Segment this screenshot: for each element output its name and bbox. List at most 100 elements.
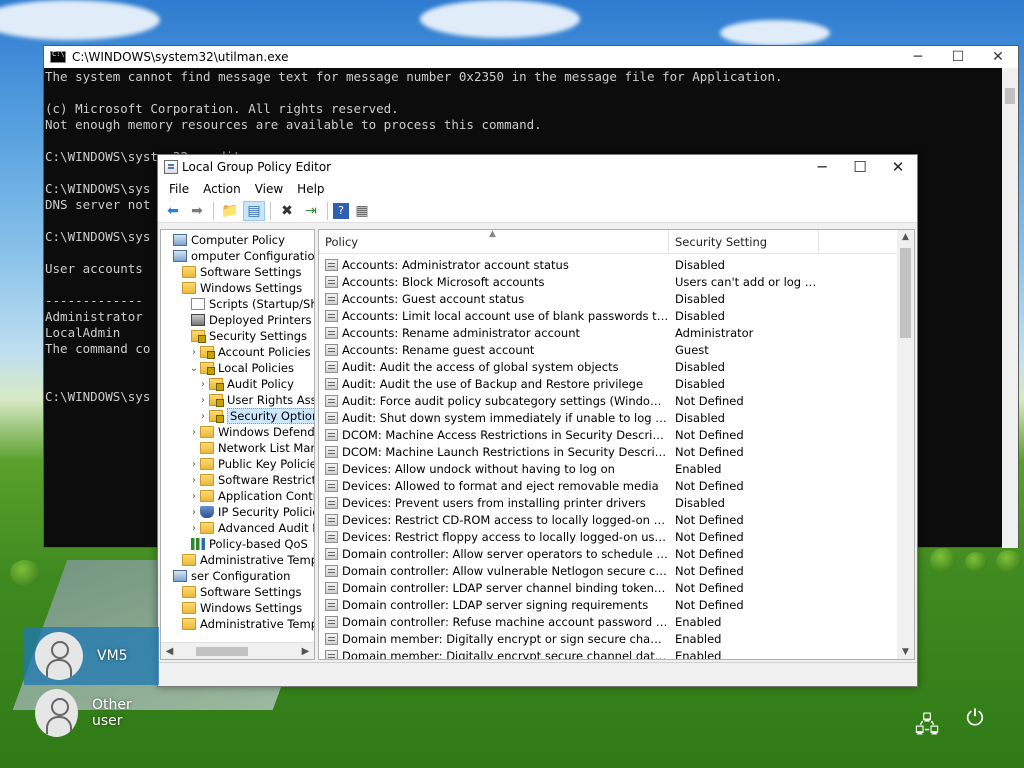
maximize-icon[interactable]: ☐ [938, 49, 978, 65]
tree-item[interactable]: Network List Manager [161, 440, 314, 456]
tree-item[interactable]: Administrative Templates [161, 616, 314, 632]
tree-item[interactable]: ser Configuration [161, 568, 314, 584]
group-policy-editor-window[interactable]: Local Group Policy Editor ─ ☐ ✕ File Act… [157, 154, 918, 687]
tree-item[interactable]: Deployed Printers [161, 312, 314, 328]
delete-icon[interactable]: ✖ [276, 201, 298, 221]
column-header-security-setting[interactable]: Security Setting [669, 230, 819, 253]
scroll-thumb[interactable] [1005, 88, 1015, 104]
tree-item[interactable]: › Application Control Policies [161, 488, 314, 504]
tree-item[interactable]: ⌄ Local Policies [161, 360, 314, 376]
expander-chevron-icon[interactable]: › [188, 475, 200, 486]
policy-row[interactable]: Domain controller: Allow vulnerable Netl… [319, 562, 914, 579]
policy-row[interactable]: Domain member: Digitally encrypt secure … [319, 647, 914, 659]
policy-row[interactable]: Devices: Allowed to format and eject rem… [319, 477, 914, 494]
expander-chevron-icon[interactable]: › [188, 507, 200, 518]
policy-row[interactable]: Accounts: Block Microsoft accounts Users … [319, 273, 914, 290]
expander-chevron-icon[interactable]: › [188, 347, 200, 358]
policy-row[interactable]: DCOM: Machine Access Restrictions in Sec… [319, 426, 914, 443]
policy-row[interactable]: Domain controller: LDAP server signing r… [319, 596, 914, 613]
policy-row[interactable]: DCOM: Machine Launch Restrictions in Sec… [319, 443, 914, 460]
policy-row[interactable]: Accounts: Limit local account use of bla… [319, 307, 914, 324]
scroll-down-icon[interactable]: ▼ [897, 647, 914, 657]
minimize-icon[interactable]: ─ [898, 49, 938, 65]
tree-item[interactable]: Software Settings [161, 264, 314, 280]
tree-item[interactable]: Windows Settings [161, 280, 314, 296]
tree-item[interactable]: Administrative Templates [161, 552, 314, 568]
menu-file[interactable]: File [162, 182, 196, 196]
policy-row[interactable]: Devices: Restrict CD-ROM access to local… [319, 511, 914, 528]
policy-row[interactable]: Accounts: Rename administrator account Ad… [319, 324, 914, 341]
expander-chevron-icon[interactable]: › [197, 379, 209, 390]
maximize-icon[interactable]: ☐ [841, 158, 879, 176]
policy-row[interactable]: Domain controller: Allow server operator… [319, 545, 914, 562]
scroll-up-icon[interactable]: ▲ [897, 232, 914, 242]
policy-row[interactable]: Accounts: Guest account status Disabled [319, 290, 914, 307]
properties-icon[interactable]: ▦ [351, 201, 373, 221]
back-arrow-icon[interactable]: ⬅ [162, 201, 184, 221]
policy-row[interactable]: Audit: Shut down system immediately if u… [319, 409, 914, 426]
minimize-icon[interactable]: ─ [803, 158, 841, 176]
policy-list-pane[interactable]: Policy Security Setting ▲ Accounts: Admi… [318, 229, 915, 660]
tree-item[interactable]: › Audit Policy [161, 376, 314, 392]
policy-row[interactable]: Devices: Allow undock without having to … [319, 460, 914, 477]
policy-name: Accounts: Limit local account use of bla… [342, 308, 669, 323]
up-folder-icon[interactable]: 📁 [219, 201, 241, 221]
tree-item[interactable]: › IP Security Policies on [161, 504, 314, 520]
tree-item[interactable]: omputer Configuration [161, 248, 314, 264]
close-icon[interactable]: ✕ [879, 158, 917, 176]
scroll-thumb[interactable] [196, 647, 248, 656]
expander-chevron-icon[interactable]: › [188, 427, 200, 438]
policy-row[interactable]: Domain member: Digitally encrypt or sign… [319, 630, 914, 647]
policy-row[interactable]: Accounts: Rename guest account Guest [319, 341, 914, 358]
menu-action[interactable]: Action [196, 182, 248, 196]
show-hide-tree-icon[interactable]: ▤ [243, 200, 265, 221]
policy-row[interactable]: Domain controller: Refuse machine accoun… [319, 613, 914, 630]
network-icon[interactable]: 🖧 [910, 708, 944, 746]
tree-item[interactable]: › Public Key Policies [161, 456, 314, 472]
policy-row[interactable]: Devices: Restrict floppy access to local… [319, 528, 914, 545]
cmd-scrollbar[interactable] [1002, 68, 1018, 548]
tree-item[interactable]: › Windows Defender Firewall [161, 424, 314, 440]
close-icon[interactable]: ✕ [978, 49, 1018, 65]
tree-item[interactable]: › User Rights Assignment [161, 392, 314, 408]
scroll-left-icon[interactable]: ◀ [161, 646, 178, 657]
policy-row[interactable]: Audit: Force audit policy subcategory se… [319, 392, 914, 409]
scroll-track[interactable] [178, 643, 297, 659]
expander-chevron-icon[interactable]: › [197, 411, 209, 422]
help-icon[interactable]: ? [333, 202, 349, 219]
tree-item[interactable]: › Account Policies [161, 344, 314, 360]
tree-pane[interactable]: Computer Policy omputer Configuration Soft… [160, 229, 315, 660]
tree-item[interactable]: Security Settings [161, 328, 314, 344]
tree-item[interactable]: Computer Policy [161, 232, 314, 248]
policy-row[interactable]: Audit: Audit the access of global system… [319, 358, 914, 375]
scroll-right-icon[interactable]: ▶ [297, 646, 314, 657]
list-vertical-scrollbar[interactable]: ▲ ▼ [897, 230, 914, 659]
gpe-titlebar[interactable]: Local Group Policy Editor ─ ☐ ✕ [158, 155, 917, 179]
expander-chevron-icon[interactable]: › [197, 395, 209, 406]
cmd-titlebar[interactable]: C:\WINDOWS\system32\utilman.exe ─ ☐ ✕ [44, 46, 1018, 68]
scroll-thumb[interactable] [900, 248, 911, 338]
tree-item[interactable]: Software Settings [161, 584, 314, 600]
expander-chevron-icon[interactable]: › [188, 459, 200, 470]
tree-horizontal-scrollbar[interactable]: ◀ ▶ [161, 642, 314, 659]
tree-item[interactable]: Windows Settings [161, 600, 314, 616]
user-tile-vm5[interactable]: VM5 [24, 627, 159, 685]
tree-item[interactable]: Scripts (Startup/Shutdown) [161, 296, 314, 312]
export-list-icon[interactable]: ⇥ [300, 201, 322, 221]
policy-row[interactable]: Domain controller: LDAP server channel b… [319, 579, 914, 596]
tree-item[interactable]: › Software Restriction Policies [161, 472, 314, 488]
policy-row[interactable]: Accounts: Administrator account status Di… [319, 256, 914, 273]
tree-item[interactable]: Policy-based QoS [161, 536, 314, 552]
policy-row[interactable]: Devices: Prevent users from installing p… [319, 494, 914, 511]
power-icon[interactable]: ⏻ [958, 706, 992, 731]
expander-chevron-icon[interactable]: ⌄ [188, 363, 200, 374]
tree-item[interactable]: › Security Options [161, 408, 314, 424]
menu-view[interactable]: View [248, 182, 290, 196]
policy-row[interactable]: Audit: Audit the use of Backup and Resto… [319, 375, 914, 392]
forward-arrow-icon[interactable]: ➡ [186, 201, 208, 221]
user-tile-other-user[interactable]: Other user [24, 684, 159, 742]
expander-chevron-icon[interactable]: › [188, 523, 200, 534]
tree-item[interactable]: › Advanced Audit Policy [161, 520, 314, 536]
menu-help[interactable]: Help [290, 182, 331, 196]
expander-chevron-icon[interactable]: › [188, 491, 200, 502]
